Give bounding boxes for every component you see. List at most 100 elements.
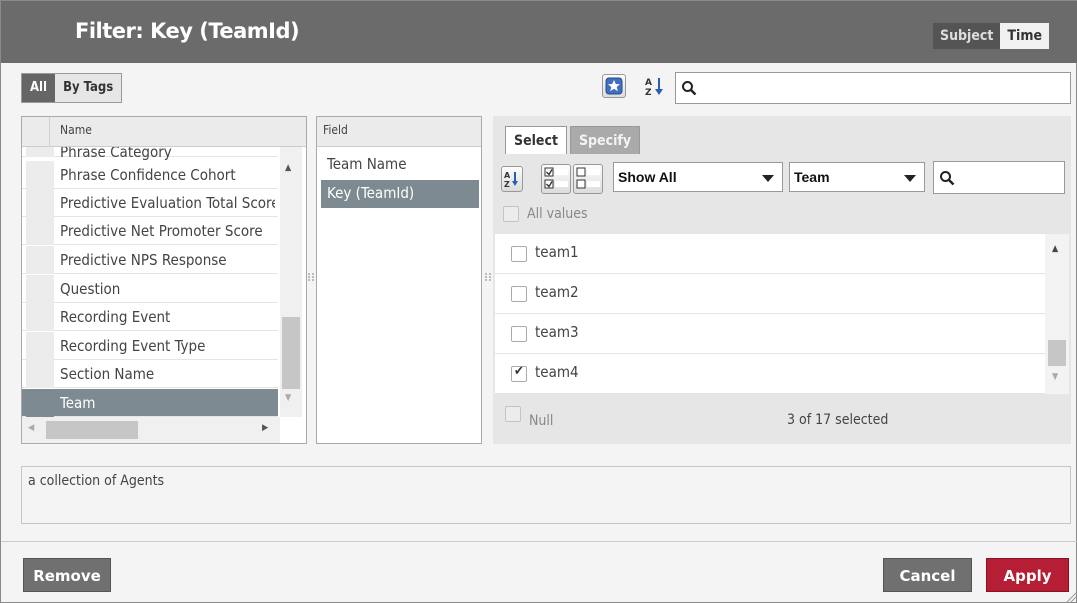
search-icon — [682, 81, 697, 96]
name-list: Phrase Category Phrase Confidence Cohort… — [22, 147, 278, 417]
scroll-down-icon[interactable]: ▼ — [285, 393, 291, 403]
list-item-label: team3 — [535, 323, 579, 341]
list-item[interactable]: Phrase Category — [22, 147, 278, 161]
list-item[interactable]: Recording Event Type — [22, 332, 278, 360]
field-select-dropdown[interactable]: Team — [789, 162, 925, 192]
sort-az-icon: A Z — [504, 171, 518, 189]
svg-text:Z: Z — [645, 88, 652, 97]
field-column-header: Field — [323, 123, 348, 137]
list-item-selected[interactable]: Key (TeamId) — [321, 180, 479, 208]
row-gutter — [26, 303, 54, 331]
list-item-label: team1 — [535, 243, 579, 261]
list-item[interactable]: team2 — [495, 274, 1045, 314]
scroll-thumb[interactable] — [282, 317, 300, 389]
tab-subject[interactable]: Subject — [933, 23, 1001, 49]
resize-grip-icon[interactable] — [1065, 591, 1077, 603]
value-tabs: Select Specify — [505, 126, 643, 154]
list-item[interactable]: Predictive Net Promoter Score — [22, 217, 278, 245]
list-item-selected[interactable]: Team — [22, 389, 278, 417]
name-list-header: Name — [22, 117, 306, 147]
scroll-thumb[interactable] — [1048, 340, 1066, 366]
panel-splitter[interactable] — [308, 273, 314, 281]
toggle-all[interactable]: All — [22, 74, 56, 102]
show-filter-dropdown[interactable]: Show All — [613, 162, 783, 192]
row-gutter — [26, 332, 54, 360]
list-item[interactable]: Section Name — [22, 360, 278, 388]
list-item-label: Key (TeamId) — [327, 184, 415, 202]
list-item[interactable]: team4 — [495, 354, 1045, 394]
check-all-button[interactable] — [541, 164, 571, 194]
list-item-label: Predictive Net Promoter Score — [60, 222, 263, 240]
list-item-label: Team — [60, 394, 96, 412]
row-gutter — [26, 275, 54, 303]
chevron-down-icon — [762, 175, 774, 182]
header-gutter — [22, 117, 50, 147]
toggle-by-tags[interactable]: By Tags — [55, 74, 122, 102]
scroll-thumb[interactable] — [46, 421, 138, 439]
remove-button[interactable]: Remove — [23, 558, 111, 592]
value-checkbox-checked[interactable] — [511, 364, 527, 382]
tab-time[interactable]: Time — [1000, 23, 1049, 49]
list-item-label: Predictive NPS Response — [60, 251, 227, 269]
tab-specify[interactable]: Specify — [569, 126, 641, 154]
row-gutter — [26, 147, 54, 157]
name-list-vertical-scrollbar[interactable]: ▲ ▼ — [280, 147, 302, 417]
list-item[interactable]: Predictive NPS Response — [22, 246, 278, 274]
null-label: Null — [529, 413, 554, 429]
scroll-left-icon[interactable]: ◀ — [28, 423, 34, 433]
list-item[interactable]: Question — [22, 275, 278, 303]
star-icon — [605, 77, 623, 95]
list-item-label: Question — [60, 280, 121, 298]
name-list-panel: Name Phrase Category Phrase Confidence C… — [21, 116, 307, 444]
svg-text:A: A — [645, 78, 652, 88]
dropdown-value: Team — [794, 169, 830, 185]
dialog-header: Filter: Key (TeamId) Subject Time — [1, 1, 1077, 63]
list-item[interactable]: Phrase Confidence Cohort — [22, 161, 278, 189]
list-item[interactable]: team3 — [495, 314, 1045, 354]
uncheck-all-button[interactable] — [573, 164, 603, 194]
name-list-horizontal-scrollbar[interactable]: ◀ ▶ — [22, 417, 280, 443]
list-item-label: Phrase Confidence Cohort — [60, 166, 236, 184]
field-list-panel: Field Team Name Key (TeamId) — [316, 116, 482, 444]
tab-select[interactable]: Select — [505, 126, 567, 154]
list-item-label: team2 — [535, 283, 579, 301]
value-selection-panel: Select Specify A Z Show All Team All val… — [493, 116, 1071, 444]
scroll-up-icon[interactable]: ▲ — [285, 163, 291, 173]
scroll-down-icon[interactable]: ▼ — [1052, 372, 1058, 382]
list-item-label: Section Name — [60, 365, 155, 383]
header-tab-group: Subject Time — [933, 23, 1049, 49]
footer-divider — [1, 541, 1077, 542]
name-search-input[interactable] — [675, 72, 1071, 104]
value-search-input[interactable] — [933, 161, 1065, 194]
row-gutter — [26, 360, 54, 388]
sort-values-button[interactable]: A Z — [501, 166, 523, 192]
list-item[interactable]: team1 — [495, 234, 1045, 274]
field-list-header: Field — [317, 117, 481, 147]
row-gutter — [26, 217, 54, 245]
dialog-title: Filter: Key (TeamId) — [75, 19, 300, 43]
values-list: team1 team2 team3 team4 ▲ ▼ — [495, 234, 1069, 394]
list-item[interactable]: Team Name — [321, 151, 479, 179]
value-checkbox[interactable] — [511, 326, 527, 342]
list-item-label: team4 — [535, 363, 579, 381]
favorites-button[interactable] — [602, 74, 626, 98]
all-values-checkbox[interactable] — [503, 206, 519, 222]
svg-text:Z: Z — [504, 180, 510, 189]
values-scrollbar[interactable]: ▲ ▼ — [1045, 234, 1069, 394]
scroll-right-icon[interactable]: ▶ — [262, 423, 268, 433]
list-item[interactable]: Predictive Evaluation Total Score — [22, 189, 278, 217]
row-gutter — [26, 389, 54, 417]
description-text: a collection of Agents — [28, 473, 165, 489]
cancel-button[interactable]: Cancel — [883, 558, 972, 592]
name-column-header: Name — [60, 123, 92, 137]
apply-button[interactable]: Apply — [986, 558, 1069, 592]
all-values-label: All values — [527, 206, 588, 222]
sort-az-button[interactable]: A Z — [641, 74, 669, 98]
null-checkbox[interactable] — [505, 406, 521, 422]
value-checkbox[interactable] — [511, 246, 527, 262]
value-checkbox[interactable] — [511, 286, 527, 302]
list-item[interactable]: Recording Event — [22, 303, 278, 331]
panel-splitter[interactable] — [485, 273, 491, 281]
scroll-up-icon[interactable]: ▲ — [1052, 244, 1058, 254]
chevron-down-icon — [904, 175, 916, 182]
